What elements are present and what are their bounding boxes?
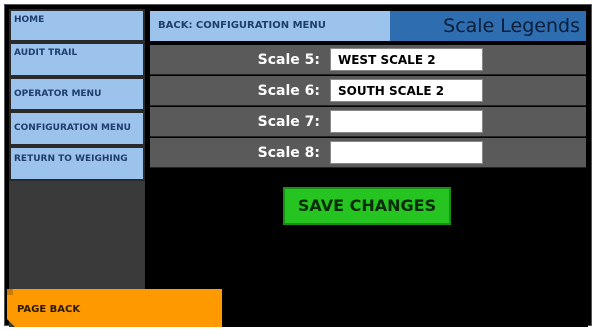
save-changes-button[interactable]: SAVE CHANGES: [283, 187, 451, 225]
nav-audit-trail-button[interactable]: AUDIT TRAIL: [9, 42, 145, 77]
scale-7-input[interactable]: [330, 110, 483, 133]
sidebar: HOME AUDIT TRAIL OPERATOR MENU CONFIGURA…: [9, 9, 145, 327]
scale-label: Scale 5:: [257, 52, 320, 68]
header-bar: BACK: CONFIGURATION MENU Scale Legends: [148, 9, 588, 43]
nav-return-to-weighing-button[interactable]: RETURN TO WEIGHING: [9, 146, 145, 181]
scale-row: Scale 5:: [150, 45, 586, 75]
scale-6-input[interactable]: [330, 79, 483, 102]
scale-label: Scale 8:: [257, 145, 320, 161]
scale-8-input[interactable]: [330, 141, 483, 164]
nav-configuration-menu-button[interactable]: CONFIGURATION MENU: [9, 111, 145, 146]
page-title: Scale Legends: [390, 11, 586, 41]
scale-row: Scale 8:: [150, 138, 586, 168]
scale-row: Scale 7:: [150, 107, 586, 137]
nav-operator-menu-button[interactable]: OPERATOR MENU: [9, 77, 145, 111]
main-panel: BACK: CONFIGURATION MENU Scale Legends S…: [148, 9, 588, 327]
page-back-button[interactable]: PAGE BACK: [7, 289, 222, 327]
scale-row: Scale 6:: [150, 76, 586, 106]
nav-home-button[interactable]: HOME: [9, 9, 145, 42]
scale-label: Scale 7:: [257, 114, 320, 130]
scale-5-input[interactable]: [330, 48, 483, 71]
scale-label: Scale 6:: [257, 83, 320, 99]
back-configuration-menu-button[interactable]: BACK: CONFIGURATION MENU: [150, 11, 390, 41]
